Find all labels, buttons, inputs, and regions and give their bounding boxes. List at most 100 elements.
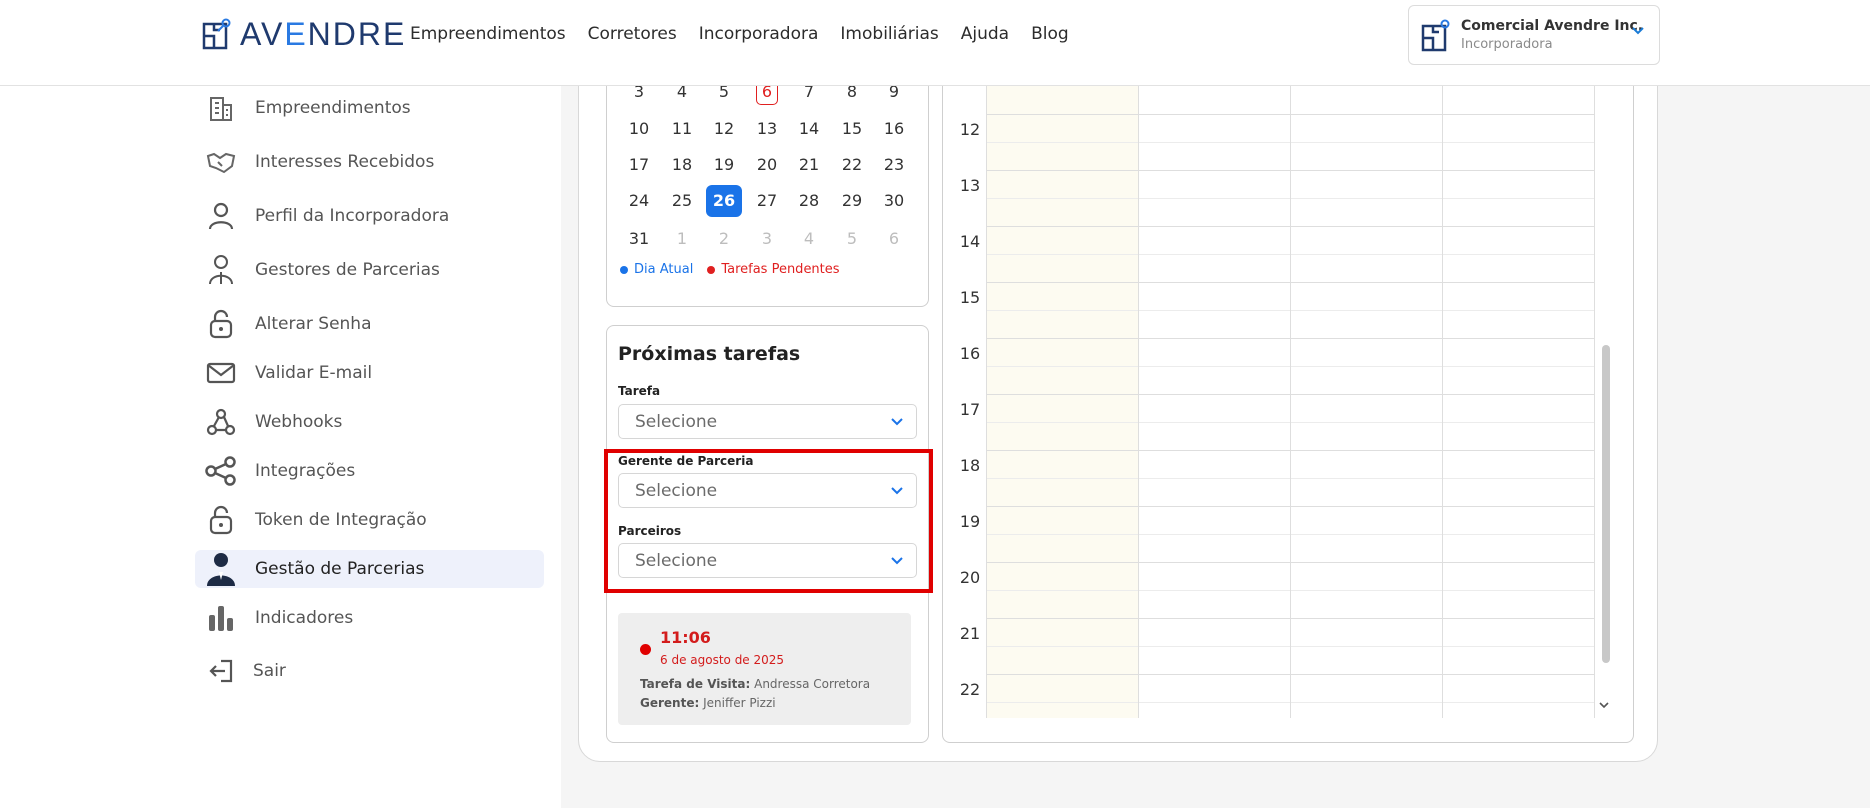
today-column bbox=[986, 86, 1138, 718]
calendar-day[interactable]: 26 bbox=[706, 185, 742, 217]
calendar-day[interactable]: 27 bbox=[749, 187, 785, 215]
nav-corretores[interactable]: Corretores bbox=[588, 24, 677, 44]
sidebar-item-webhooks[interactable]: Webhooks bbox=[195, 403, 544, 441]
chevron-down-icon bbox=[891, 418, 903, 426]
sidebar-item-sair[interactable]: Sair bbox=[195, 652, 544, 690]
share-icon bbox=[205, 455, 237, 487]
calendar-day[interactable]: 23 bbox=[876, 151, 912, 179]
logout-icon bbox=[205, 655, 237, 687]
calendar-day[interactable]: 6 bbox=[876, 225, 912, 253]
task-item[interactable]: 11:06 6 de agosto de 2025 Tarefa de Visi… bbox=[618, 613, 911, 725]
sidebar-item-integracoes[interactable]: Integrações bbox=[195, 452, 544, 490]
calendar-day[interactable]: 17 bbox=[621, 151, 657, 179]
sidebar-item-label: Alterar Senha bbox=[255, 314, 372, 334]
unlock-icon bbox=[205, 308, 237, 340]
sidebar-item-token-integracao[interactable]: Token de Integração bbox=[195, 501, 544, 539]
chevron-down-icon bbox=[1632, 27, 1644, 35]
sidebar-item-label: Gestores de Parcerias bbox=[255, 260, 440, 280]
bar-chart-icon bbox=[205, 602, 237, 634]
grid-column-line bbox=[1138, 86, 1139, 718]
hour-label: 19 bbox=[959, 512, 981, 531]
calendar-day[interactable]: 31 bbox=[621, 225, 657, 253]
sidebar-item-empreendimentos[interactable]: Empreendimentos bbox=[195, 89, 544, 127]
sidebar-item-validar-email[interactable]: Validar E-mail bbox=[195, 354, 544, 392]
task-date: 6 de agosto de 2025 bbox=[660, 653, 785, 667]
calendar-day[interactable]: 20 bbox=[749, 151, 785, 179]
schedule-scrollbar[interactable] bbox=[1602, 345, 1610, 663]
calendar-day[interactable]: 12 bbox=[706, 115, 742, 143]
calendar-day[interactable]: 22 bbox=[834, 151, 870, 179]
tarefa-select[interactable]: Selecione bbox=[618, 404, 917, 439]
sidebar-item-perfil-incorporadora[interactable]: Perfil da Incorporadora bbox=[195, 197, 544, 235]
legend-today: Dia Atual bbox=[620, 262, 693, 277]
calendar-day[interactable]: 18 bbox=[664, 151, 700, 179]
tarefa-label: Tarefa bbox=[618, 384, 661, 398]
sidebar-item-label: Validar E-mail bbox=[255, 363, 373, 383]
calendar-day[interactable]: 13 bbox=[749, 115, 785, 143]
sidebar-item-alterar-senha[interactable]: Alterar Senha bbox=[195, 305, 544, 343]
highlight-box bbox=[604, 449, 933, 593]
nav-blog[interactable]: Blog bbox=[1031, 24, 1069, 44]
hour-label: 20 bbox=[959, 568, 981, 587]
calendar-day[interactable]: 24 bbox=[621, 187, 657, 215]
main-nav: Empreendimentos Corretores Incorporadora… bbox=[410, 24, 1069, 44]
hour-label: 17 bbox=[959, 400, 981, 419]
sidebar bbox=[0, 86, 561, 808]
tarefa-select-value: Selecione bbox=[635, 412, 718, 432]
calendar-day[interactable]: 28 bbox=[791, 187, 827, 215]
sidebar-item-interesses-recebidos[interactable]: Interesses Recebidos bbox=[195, 143, 544, 181]
calendar-day[interactable]: 4 bbox=[791, 225, 827, 253]
calendar-day[interactable]: 21 bbox=[791, 151, 827, 179]
handshake-icon bbox=[205, 146, 237, 178]
calendar-day[interactable]: 3 bbox=[749, 225, 785, 253]
sidebar-item-label: Gestão de Parcerias bbox=[255, 559, 425, 579]
hour-label: 15 bbox=[959, 288, 981, 307]
sidebar-item-gestores-parcerias[interactable]: Gestores de Parcerias bbox=[195, 251, 544, 289]
calendar-day[interactable]: 10 bbox=[621, 115, 657, 143]
grid-column-line bbox=[1290, 86, 1291, 718]
calendar-day[interactable]: 14 bbox=[791, 115, 827, 143]
nav-ajuda[interactable]: Ajuda bbox=[961, 24, 1009, 44]
sidebar-item-label: Interesses Recebidos bbox=[255, 152, 435, 172]
calendar-day[interactable]: 15 bbox=[834, 115, 870, 143]
sidebar-item-gestao-parcerias[interactable]: Gestão de Parcerias bbox=[195, 550, 544, 588]
hour-label: 21 bbox=[959, 624, 981, 643]
grid-column-line bbox=[1442, 86, 1443, 718]
user-manager-icon bbox=[205, 254, 237, 286]
mail-icon bbox=[205, 357, 237, 389]
grid-column-line bbox=[1594, 86, 1595, 718]
nav-imobiliarias[interactable]: Imobiliárias bbox=[840, 24, 938, 44]
sidebar-item-label: Indicadores bbox=[255, 608, 354, 628]
sidebar-item-indicadores[interactable]: Indicadores bbox=[195, 599, 544, 637]
calendar-day[interactable]: 29 bbox=[834, 187, 870, 215]
task-type: Tarefa de Visita: Andressa Corretora bbox=[640, 677, 871, 691]
calendar-day[interactable]: 1 bbox=[664, 225, 700, 253]
hour-label: 14 bbox=[959, 232, 981, 251]
account-dropdown[interactable]: Comercial Avendre Inc. Incorporadora bbox=[1408, 5, 1660, 65]
calendar-day[interactable]: 16 bbox=[876, 115, 912, 143]
top-header: AVENDRE Empreendimentos Corretores Incor… bbox=[0, 0, 1870, 86]
scroll-down-arrow-icon[interactable] bbox=[1598, 699, 1610, 711]
calendar-day[interactable]: 5 bbox=[834, 225, 870, 253]
task-manager: Gerente: Jeniffer Pizzi bbox=[640, 696, 776, 710]
sidebar-item-label: Sair bbox=[253, 661, 286, 681]
calendar-legend: Dia Atual Tarefas Pendentes bbox=[620, 262, 840, 277]
calendar-day[interactable]: 11 bbox=[664, 115, 700, 143]
calendar-day[interactable]: 19 bbox=[706, 151, 742, 179]
calendar-day[interactable]: 2 bbox=[706, 225, 742, 253]
logo-text: AVENDRE bbox=[240, 16, 407, 52]
unlock-icon bbox=[205, 504, 237, 536]
avendre-logo[interactable]: AVENDRE bbox=[202, 16, 406, 52]
calendar-day[interactable]: 25 bbox=[664, 187, 700, 215]
grid-column-line bbox=[986, 86, 987, 718]
hour-label: 13 bbox=[959, 176, 981, 195]
calendar-day[interactable]: 30 bbox=[876, 187, 912, 215]
legend-pending: Tarefas Pendentes bbox=[707, 262, 840, 277]
account-name: Comercial Avendre Inc. bbox=[1461, 18, 1644, 34]
nav-empreendimentos[interactable]: Empreendimentos bbox=[410, 24, 566, 44]
nav-incorporadora[interactable]: Incorporadora bbox=[699, 24, 819, 44]
building-icon bbox=[205, 92, 237, 124]
webhook-icon bbox=[205, 406, 237, 438]
account-role: Incorporadora bbox=[1461, 37, 1553, 52]
sidebar-item-label: Token de Integração bbox=[255, 510, 427, 530]
